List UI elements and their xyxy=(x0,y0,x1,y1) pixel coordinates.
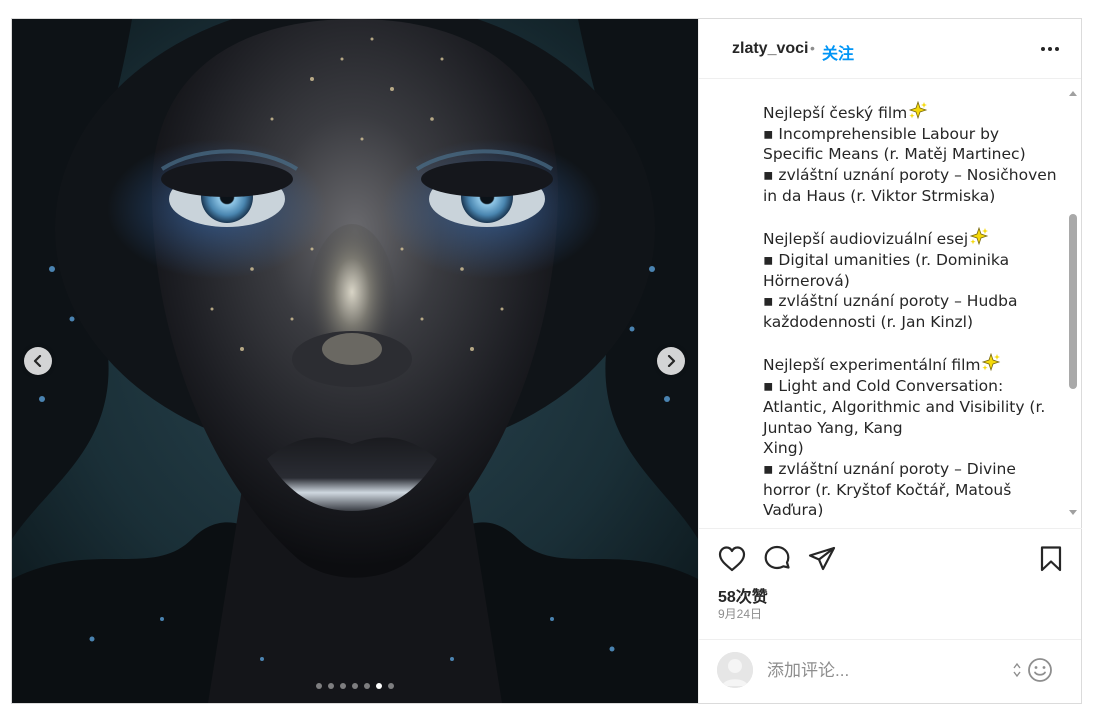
caption-line: ▪ zvláštní uznání poroty – Hudba xyxy=(763,291,1053,312)
caption-line-text: horror (r. Kryštof Kočtář, Matouš xyxy=(763,480,1012,499)
sparkles-icon xyxy=(969,227,989,246)
caption-line: Nejlepší český film xyxy=(763,101,1053,124)
carousel-dot xyxy=(328,683,334,689)
caption-line-text: ▪ Incomprehensible Labour by xyxy=(763,124,1000,143)
caption-line-text: in da Haus (r. Viktor Strmiska) xyxy=(763,186,996,205)
caption-scroll-area[interactable]: Nejlepší český film ▪ Incomprehensible La… xyxy=(699,79,1082,529)
scroll-down-arrow-icon[interactable] xyxy=(1068,509,1078,517)
chevron-left-icon xyxy=(33,355,42,367)
caption-gap xyxy=(763,333,1053,354)
caption-line-text: Juntao Yang, Kang xyxy=(763,418,903,437)
caption-text: Nejlepší český film ▪ Incomprehensible La… xyxy=(763,101,1057,521)
carousel-dot xyxy=(352,683,358,689)
sparkles-icon xyxy=(909,101,928,120)
avatar xyxy=(717,652,753,688)
caption-line: každodennosti (r. Jan Kinzl) xyxy=(763,312,1053,333)
caption-line-text: Hörnerová) xyxy=(763,271,850,290)
caption-line: ▪ Digital umanities (r. Dominika xyxy=(763,250,1053,271)
caption-line-text: Vaďura) xyxy=(763,501,824,520)
caption-line: ▪ Light and Cold Conversation: xyxy=(763,376,1053,397)
caption-line-text: Specific Means (r. Matěj Martinec) xyxy=(763,145,1026,164)
caption-line: Nejlepší audiovizuální esej xyxy=(763,227,1053,250)
caption-line-text: ▪ zvláštní uznání poroty – Hudba xyxy=(763,292,1018,311)
user-avatar-icon xyxy=(717,652,753,688)
carousel-dot xyxy=(340,683,346,689)
post-date[interactable]: 9月24日 xyxy=(718,605,762,622)
caption-line-text: Xing) xyxy=(763,439,804,458)
caption-line: ▪ zvláštní uznání poroty – Divine xyxy=(763,459,1053,480)
post-side-panel: zlaty_voci • 关注 Nejlepší český film ▪ Inc… xyxy=(698,19,1082,703)
caption-line-text: Nejlepší český film xyxy=(763,104,908,122)
heart-icon[interactable] xyxy=(717,544,747,574)
caption-line: Juntao Yang, Kang xyxy=(763,418,1053,439)
previous-slide-button[interactable] xyxy=(24,347,52,375)
carousel-indicator xyxy=(12,683,698,689)
caption-line-text: ▪ zvláštní uznání poroty – Nosičhoven xyxy=(763,166,1057,185)
caption-line: in da Haus (r. Viktor Strmiska) xyxy=(763,186,1053,207)
caption-line-text: ▪ zvláštní uznání poroty – Divine xyxy=(763,459,1016,478)
comment-icon[interactable] xyxy=(762,544,792,574)
caption-line: ▪ zvláštní uznání poroty – Nosičhoven xyxy=(763,165,1057,186)
comment-input[interactable] xyxy=(765,658,999,684)
caption-line: horror (r. Kryštof Kočtář, Matouš xyxy=(763,480,1053,501)
caption-line-text: Atlantic, Algorithmic and Visibility (r. xyxy=(763,397,1046,416)
carousel-dot xyxy=(364,683,370,689)
portrait-image xyxy=(12,19,698,703)
caption-line-text: ▪ Digital umanities (r. Dominika xyxy=(763,250,1010,269)
carousel-dot xyxy=(316,683,322,689)
scrollbar-thumb[interactable] xyxy=(1069,214,1077,389)
post-media[interactable] xyxy=(12,19,698,703)
carousel-dot xyxy=(376,683,382,689)
resize-handle-icon[interactable] xyxy=(1013,661,1021,679)
carousel-dot xyxy=(388,683,394,689)
username-link[interactable]: zlaty_voci xyxy=(732,40,808,58)
comment-bar xyxy=(699,639,1081,703)
caption-line: ▪ Incomprehensible Labour by xyxy=(763,124,1053,145)
caption-line: Vaďura) xyxy=(763,500,1053,521)
caption-line: Xing) xyxy=(763,438,1053,459)
caption-line: Nejlepší experimentální film xyxy=(763,353,1053,376)
bookmark-icon[interactable] xyxy=(1036,544,1066,574)
caption-line: Specific Means (r. Matěj Martinec) xyxy=(763,144,1053,165)
more-horizontal-icon[interactable] xyxy=(1039,41,1061,57)
send-icon[interactable] xyxy=(807,544,837,574)
sparkles-icon xyxy=(982,353,1001,372)
caption-line-text: Nejlepší experimentální film xyxy=(763,356,981,375)
next-slide-button[interactable] xyxy=(657,347,685,375)
chevron-right-icon xyxy=(667,355,676,367)
like-count[interactable]: 58次赞 xyxy=(718,583,768,607)
post-actions xyxy=(699,544,1081,580)
scroll-up-arrow-icon[interactable] xyxy=(1068,89,1078,97)
post-dialog: zlaty_voci • 关注 Nejlepší český film ▪ Inc… xyxy=(11,18,1082,704)
caption-line: Atlantic, Algorithmic and Visibility (r. xyxy=(763,397,1053,418)
follow-button[interactable]: 关注 xyxy=(822,40,854,64)
caption-line-text: Nejlepší audiovizuální esej xyxy=(763,230,969,249)
post-header: zlaty_voci • 关注 xyxy=(699,19,1081,79)
caption-gap xyxy=(763,207,1053,228)
emoji-icon[interactable] xyxy=(1027,657,1053,683)
header-separator: • xyxy=(810,40,815,56)
caption-line: Hörnerová) xyxy=(763,271,1053,292)
caption-line-text: každodennosti (r. Jan Kinzl) xyxy=(763,313,974,332)
caption-line-text: ▪ Light and Cold Conversation: xyxy=(763,377,1004,396)
